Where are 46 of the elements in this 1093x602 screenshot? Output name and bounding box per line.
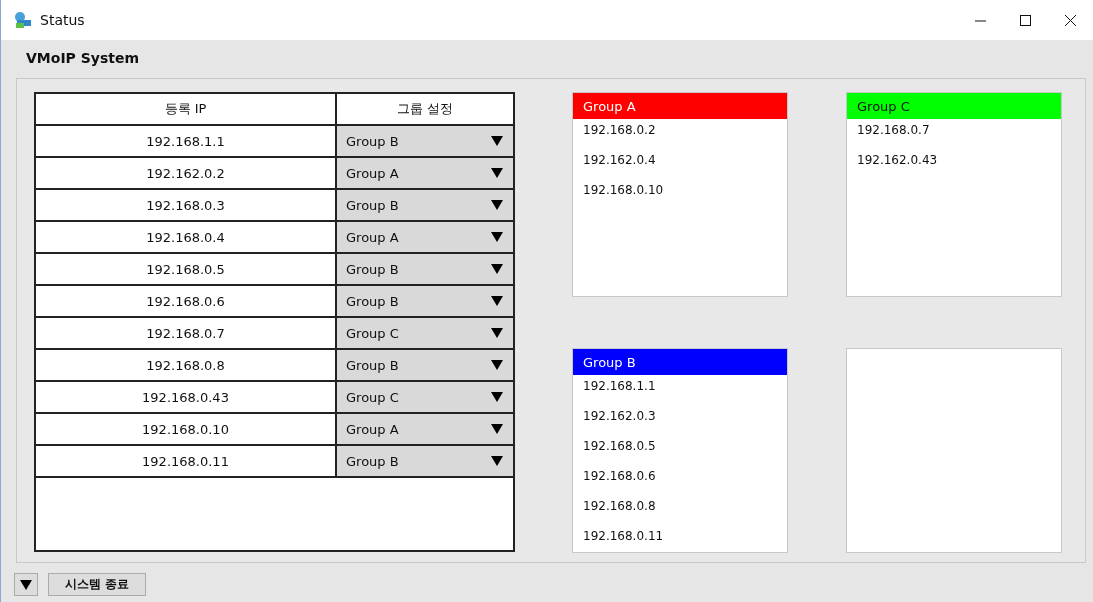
app-icon xyxy=(13,11,33,29)
group-dropdown[interactable]: Group B xyxy=(337,254,513,284)
group-dropdown[interactable]: Group B xyxy=(337,190,513,220)
ip-entry: 192.168.0.6 xyxy=(582,468,657,485)
group-dropdown[interactable]: Group B xyxy=(337,446,513,476)
exit-button[interactable]: 시스템 종료 xyxy=(48,573,146,596)
caret-icon xyxy=(491,328,503,338)
group-dropdown[interactable]: Group C xyxy=(337,382,513,412)
window-title: Status xyxy=(40,12,85,28)
expand-button[interactable] xyxy=(14,573,38,596)
ip-entry: 192.162.0.43 xyxy=(856,152,939,169)
group-dropdown[interactable]: Group B xyxy=(337,350,513,380)
caret-icon xyxy=(20,579,32,590)
caret-icon xyxy=(491,392,503,402)
caret-icon xyxy=(491,360,503,370)
group-header: Group A xyxy=(573,93,787,119)
ip-entry: 192.162.0.4 xyxy=(582,152,657,169)
caret-icon xyxy=(491,232,503,242)
caret-icon xyxy=(491,456,503,466)
group-header: Group C xyxy=(847,93,1061,119)
ip-entry: 192.168.0.2 xyxy=(582,122,657,139)
close-icon[interactable] xyxy=(1065,14,1076,26)
ip-entry: 192.168.0.11 xyxy=(582,528,665,545)
column-header: 그룹 설정 xyxy=(395,100,455,118)
group-dropdown[interactable]: Group A xyxy=(337,414,513,444)
group-dropdown[interactable]: Group C xyxy=(337,318,513,348)
ip-entry: 192.168.1.1 xyxy=(582,378,657,395)
caret-icon xyxy=(491,264,503,274)
caret-icon xyxy=(491,168,503,178)
ip-entry: 192.168.0.10 xyxy=(582,182,665,199)
ip-entry: 192.168.0.5 xyxy=(582,438,657,455)
caret-icon xyxy=(491,424,503,434)
ip-entry: 192.168.0.7 xyxy=(856,122,931,139)
group-dropdown[interactable]: Group A xyxy=(337,222,513,252)
ip-entry: 192.168.0.8 xyxy=(582,498,657,515)
group-dropdown[interactable]: Group B xyxy=(337,126,513,156)
caret-icon xyxy=(491,136,503,146)
ip-entry: 192.162.0.3 xyxy=(582,408,657,425)
group-header: Group B xyxy=(573,349,787,375)
column-header: 등록 IP xyxy=(36,94,337,124)
group-dropdown[interactable]: Group B xyxy=(337,286,513,316)
group-dropdown[interactable]: Group A xyxy=(337,158,513,188)
caret-icon xyxy=(491,200,503,210)
section-title: VMoIP System xyxy=(25,49,141,68)
caret-icon xyxy=(491,296,503,306)
maximize-icon[interactable] xyxy=(1020,14,1031,26)
